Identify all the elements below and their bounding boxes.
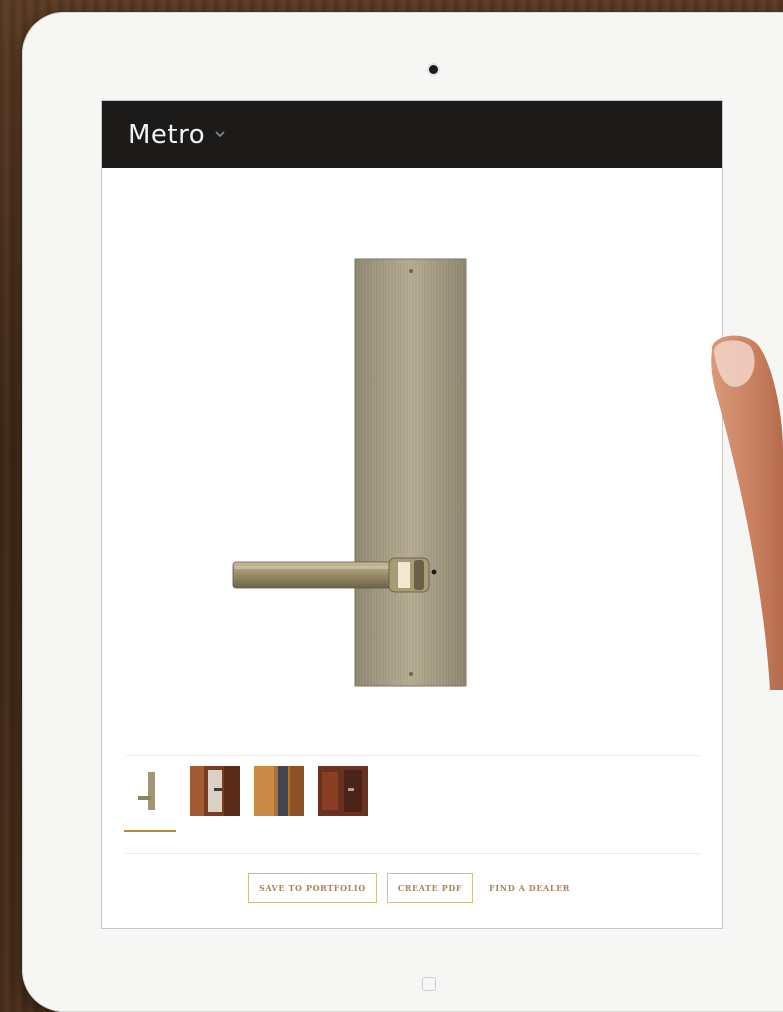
- save-to-portfolio-button[interactable]: SAVE TO PORTFOLIO: [247, 873, 377, 903]
- camera-icon: [429, 65, 438, 74]
- thumbnail-lever-product[interactable]: [124, 766, 176, 832]
- lever-arm: [232, 561, 404, 589]
- chevron-down-icon[interactable]: [215, 129, 225, 139]
- thumbnail-lever-image: [126, 766, 176, 816]
- home-button-icon[interactable]: [422, 977, 436, 991]
- thumbnail-door-image-3: [318, 766, 368, 816]
- finger: [711, 335, 783, 690]
- thumbnail-door-image-2: [254, 766, 304, 816]
- thumbnail-door-photo-3[interactable]: [318, 766, 368, 816]
- product-image[interactable]: [102, 168, 723, 808]
- product-image-area: [102, 168, 722, 808]
- action-bar: SAVE TO PORTFOLIO CREATE PDF FIND A DEAL…: [102, 873, 722, 903]
- app-screen: Metro SAVE TO PORTFOLIO CREATE PDF FIND …: [101, 100, 723, 929]
- find-dealer-link[interactable]: FIND A DEALER: [483, 883, 576, 893]
- screw-top: [409, 269, 413, 273]
- thumbnail-door-photo-2[interactable]: [254, 766, 304, 816]
- app-header: Metro: [102, 101, 722, 168]
- gallery-divider-top: [126, 755, 700, 756]
- thumbnail-gallery: [124, 766, 368, 832]
- gallery-divider-bottom: [126, 853, 700, 854]
- thumbnail-door-photo-1[interactable]: [190, 766, 240, 816]
- page-title[interactable]: Metro: [128, 120, 205, 150]
- screw-bottom: [409, 672, 413, 676]
- create-pdf-button[interactable]: CREATE PDF: [386, 873, 474, 903]
- thumbnail-door-image-1: [190, 766, 240, 816]
